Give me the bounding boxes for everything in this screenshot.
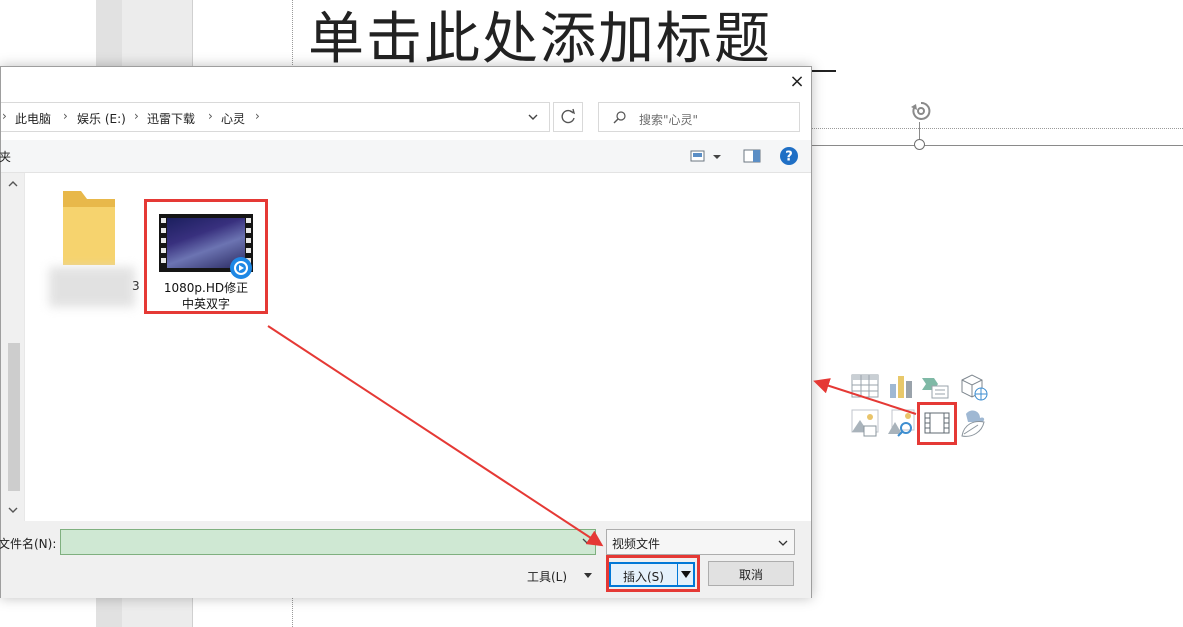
- svg-text:?: ?: [785, 150, 793, 165]
- chevron-down-icon[interactable]: [526, 110, 540, 124]
- dialog-bottom-panel: 文件名(N): 视频文件 工具(L) 插入(S) 取消: [0, 521, 811, 598]
- view-options-icon[interactable]: [690, 149, 724, 165]
- folder-label-tail: 3: [132, 279, 140, 293]
- tools-button[interactable]: 工具(L): [521, 562, 597, 590]
- chevron-down-icon[interactable]: [580, 534, 594, 548]
- chevron-right-icon: ›: [134, 109, 139, 123]
- content-placeholder-line: [812, 145, 1183, 146]
- cancel-button[interactable]: 取消: [708, 561, 794, 586]
- tools-label: 工具(L): [527, 570, 568, 584]
- caret-down-icon: [584, 573, 592, 578]
- new-folder-button[interactable]: 夹: [0, 148, 11, 165]
- preview-pane-icon[interactable]: [743, 148, 761, 164]
- nav-pane-scrollbar[interactable]: [1, 173, 25, 521]
- picture-icon[interactable]: [850, 408, 880, 438]
- search-icon: [613, 111, 626, 124]
- chart-icon[interactable]: [886, 372, 916, 402]
- video-file-item[interactable]: 1080p.HD修正 中英双字: [144, 199, 268, 314]
- scroll-up-icon[interactable]: [7, 179, 19, 189]
- chevron-right-icon: ›: [2, 109, 7, 123]
- video-file-name-line2: 中英双字: [181, 297, 230, 311]
- search-placeholder: 搜索"心灵": [639, 113, 699, 127]
- breadcrumb-drive-e[interactable]: 娱乐 (E:): [77, 110, 126, 127]
- blurred-folder-label: [49, 267, 135, 307]
- help-icon[interactable]: ?: [779, 146, 799, 166]
- video-file-name: 1080p.HD修正 中英双字: [147, 280, 265, 312]
- dialog-toolbar: 夹 ?: [0, 140, 811, 173]
- close-button[interactable]: ×: [786, 71, 808, 93]
- filetype-value: 视频文件: [612, 537, 661, 551]
- filetype-select[interactable]: 视频文件: [606, 529, 795, 555]
- breadcrumb-xunlei-downloads[interactable]: 迅雷下载: [147, 110, 195, 127]
- chevron-right-icon: ›: [63, 109, 68, 123]
- filename-field[interactable]: [60, 529, 596, 555]
- 3d-model-icon[interactable]: [958, 372, 988, 402]
- scrollbar-thumb[interactable]: [8, 343, 20, 491]
- smartart-icon[interactable]: [920, 372, 950, 402]
- caret-down-icon[interactable]: [681, 570, 691, 579]
- screen: 单击此处添加标题 × › 此电脑 › 娱乐 (E:) › 迅雷下载 › 心灵 ›…: [0, 0, 1183, 627]
- breadcrumb-this-pc[interactable]: 此电脑: [15, 110, 51, 127]
- content-placeholder-border: [812, 128, 1183, 129]
- refresh-button[interactable]: [553, 102, 583, 132]
- folder-icon: [63, 191, 115, 265]
- insert-label: 插入(S): [623, 570, 664, 584]
- search-input[interactable]: 搜索"心灵": [598, 102, 800, 132]
- video-player-badge-icon: [230, 257, 252, 279]
- filename-label: 文件名(N):: [0, 537, 57, 551]
- chevron-right-icon: ›: [208, 109, 213, 123]
- rotate-handle-icon[interactable]: [909, 99, 933, 123]
- insert-button[interactable]: 插入(S): [609, 562, 695, 587]
- breadcrumb-current-folder[interactable]: 心灵: [221, 110, 245, 127]
- icon-insert-icon[interactable]: [958, 408, 988, 438]
- split-divider: [677, 564, 678, 585]
- insert-video-dialog: × › 此电脑 › 娱乐 (E:) › 迅雷下载 › 心灵 › 搜索"心灵" 夹…: [0, 66, 812, 598]
- table-icon[interactable]: [850, 372, 880, 402]
- cancel-label: 取消: [738, 568, 763, 582]
- video-file-name-line1: 1080p.HD修正: [163, 281, 249, 295]
- refresh-icon: [561, 108, 576, 124]
- scroll-down-icon[interactable]: [7, 505, 19, 515]
- chevron-right-icon: ›: [255, 109, 260, 123]
- resize-handle[interactable]: [914, 139, 925, 150]
- video-icon-highlight: [917, 402, 957, 445]
- online-picture-icon[interactable]: [886, 408, 916, 438]
- chevron-down-icon: [778, 540, 788, 546]
- address-bar[interactable]: › 此电脑 › 娱乐 (E:) › 迅雷下载 › 心灵 ›: [1, 102, 550, 132]
